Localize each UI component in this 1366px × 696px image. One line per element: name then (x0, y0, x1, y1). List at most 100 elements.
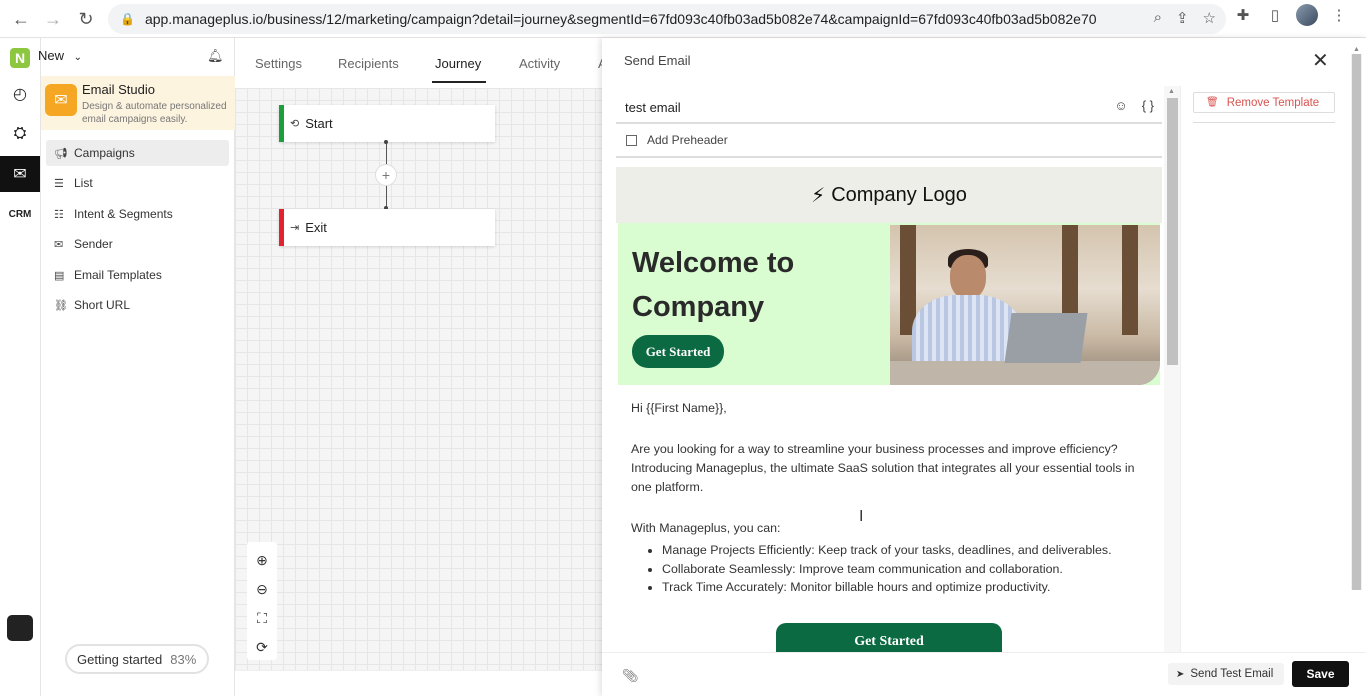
panel-title: Send Email (624, 53, 691, 68)
scrollbar-thumb[interactable] (1167, 98, 1178, 365)
sidebar-item-label: List (74, 176, 93, 190)
email-header: ⚡︎ Company Logo (616, 167, 1162, 223)
tab-activity[interactable]: Activity (519, 56, 560, 71)
text-cursor-icon: I (859, 508, 864, 525)
remove-template-label: Remove Template (1226, 96, 1320, 109)
connector-dot (384, 140, 388, 144)
panel-footer: 📎︎ ➤ Send Test Email Save (602, 652, 1366, 696)
exit-label: Exit (305, 220, 327, 235)
scroll-up-icon[interactable]: ▲ (1353, 46, 1360, 53)
send-email-panel: Send Email ✕ test email ☺ { } Add Prehea… (602, 38, 1366, 696)
sidebar-item-label: Short URL (74, 298, 131, 312)
hero-get-started-button[interactable]: Get Started (632, 335, 724, 368)
email-list-intro: With Manageplus, you can: (631, 521, 781, 535)
zoom-out-icon[interactable]: ⊖ (252, 579, 272, 599)
notification-bell-icon[interactable]: 🔔︎ (207, 48, 224, 64)
reload-icon[interactable]: ↻ (70, 3, 102, 35)
crm-icon[interactable]: CRM (0, 196, 40, 232)
email-greeting: Hi {{First Name}}, (631, 401, 727, 415)
sidebar-item-email-templates[interactable]: ▤ Email Templates (46, 262, 229, 288)
send-icon: ➤ (1176, 668, 1185, 680)
new-dropdown[interactable]: New ⌄ (38, 48, 82, 63)
preheader-toggle[interactable]: Add Preheader (616, 124, 1162, 158)
sidebar-item-label: Sender (74, 237, 113, 251)
scrollbar-thumb[interactable] (1352, 54, 1361, 590)
sidebar-item-label: Email Templates (74, 268, 162, 282)
emoji-icon[interactable]: ☺ (1114, 98, 1127, 113)
list-icon: ☰ (54, 177, 64, 190)
chevron-down-icon: ⌄ (73, 52, 83, 63)
back-icon[interactable]: ← (5, 3, 37, 35)
fit-view-icon[interactable]: ⛶ (252, 608, 272, 628)
zoom-in-icon[interactable]: ⊕ (252, 550, 272, 570)
apps-icon[interactable]: ⛭ (0, 116, 40, 152)
share-icon[interactable]: ⇪ (1176, 9, 1189, 27)
tab-journey[interactable]: Journey (435, 56, 481, 71)
sender-icon: ✉ (54, 238, 64, 251)
email-get-started-button[interactable]: Get Started (776, 623, 1002, 653)
column-divider (1180, 86, 1181, 652)
scroll-up-icon[interactable]: ▲ (1168, 88, 1175, 95)
getting-started-button[interactable]: Getting started 83% (65, 644, 209, 674)
browser-menu-icon[interactable]: ⋮ (1328, 6, 1350, 24)
email-paragraph: Are you looking for a way to streamline … (631, 442, 1135, 494)
forward-icon[interactable]: → (37, 3, 69, 35)
side-menu: New ⌄ 🔔︎ ✉ Email Studio Design & automat… (38, 38, 235, 696)
panel-scrollbar[interactable]: ▲ (1351, 46, 1362, 590)
canvas-footer (235, 670, 603, 696)
preheader-label: Add Preheader (647, 133, 728, 147)
sidebar-item-list[interactable]: ☰ List (46, 170, 229, 196)
active-tab-indicator (432, 81, 486, 83)
save-button[interactable]: Save (1292, 661, 1349, 687)
browser-toolbar: ← → ↻ 🔒 app.manageplus.io/business/12/ma… (0, 0, 1366, 38)
add-step-button[interactable]: + (375, 164, 397, 186)
send-test-label: Send Test Email (1190, 668, 1274, 680)
start-node[interactable]: ⟲ Start (279, 105, 495, 142)
tab-settings[interactable]: Settings (255, 56, 302, 71)
close-icon[interactable]: ✕ (1312, 48, 1329, 73)
sidebar-item-short-url[interactable]: ⛓ Short URL (46, 292, 229, 318)
send-test-email-button[interactable]: ➤ Send Test Email (1168, 663, 1284, 685)
sidebar-item-sender[interactable]: ✉ Sender (46, 231, 229, 257)
email-feature-list: Manage Projects Efficiently: Keep track … (662, 541, 1152, 597)
editor-scrollbar[interactable]: ▲ (1164, 86, 1180, 652)
dashboard-icon[interactable]: ◴ (0, 76, 40, 112)
extensions-icon[interactable]: ✚ (1232, 6, 1254, 24)
attachment-icon[interactable]: 📎︎ (622, 668, 639, 684)
getting-started-label: Getting started (77, 651, 163, 667)
journey-canvas[interactable]: ⟲ Start + ⇥ Exit ⊕ ⊖ ⛶ ⟳ (235, 88, 603, 670)
journey-area: Settings Recipients Journey Activity A ⟲… (235, 38, 607, 696)
remove-template-button[interactable]: 🗑︎ Remove Template (1193, 92, 1335, 113)
sidebar-item-campaigns[interactable]: 📢︎ Campaigns (46, 140, 229, 166)
exit-indicator (279, 209, 284, 246)
reset-view-icon[interactable]: ⟳ (252, 637, 272, 657)
email-marketing-icon[interactable]: ✉ (0, 156, 40, 192)
subject-input[interactable]: test email (625, 100, 681, 115)
subject-field[interactable]: test email ☺ { } (616, 94, 1162, 124)
sidepanel-icon[interactable]: ▯ (1264, 6, 1286, 24)
lock-icon: 🔒 (120, 12, 135, 26)
profile-avatar[interactable] (1296, 4, 1318, 26)
app-logo[interactable]: N (10, 48, 30, 68)
exit-node[interactable]: ⇥ Exit (279, 209, 495, 246)
tab-recipients[interactable]: Recipients (338, 56, 399, 71)
email-studio-card: ✉ Email Studio Design & automate persona… (41, 76, 235, 130)
list-item: Collaborate Seamlessly: Improve team com… (662, 560, 1152, 579)
sidebar-item-segments[interactable]: ☷ Intent & Segments (46, 201, 229, 227)
trash-icon: 🗑︎ (1206, 97, 1219, 108)
user-avatar[interactable] (7, 615, 33, 641)
zoom-icon[interactable]: ⌕ (1154, 9, 1162, 27)
preheader-checkbox[interactable] (626, 134, 637, 146)
hero-title: Welcome to Company (632, 247, 795, 323)
studio-title: Email Studio (82, 82, 155, 97)
app-rail: N ◴ ⛭ ✉ CRM (0, 38, 41, 696)
mailbox-icon: ✉ (45, 84, 77, 116)
variables-icon[interactable]: { } (1142, 98, 1154, 113)
logo-bolt-icon: ⚡︎ (811, 184, 826, 207)
logo-text: Company Logo (831, 183, 967, 206)
star-icon[interactable]: ☆ (1203, 9, 1216, 27)
address-bar[interactable]: 🔒 app.manageplus.io/business/12/marketin… (108, 4, 1226, 34)
getting-started-percent: 83% (170, 651, 197, 667)
refresh-icon: ⟲ (290, 118, 300, 130)
exit-icon: ⇥ (290, 222, 300, 234)
